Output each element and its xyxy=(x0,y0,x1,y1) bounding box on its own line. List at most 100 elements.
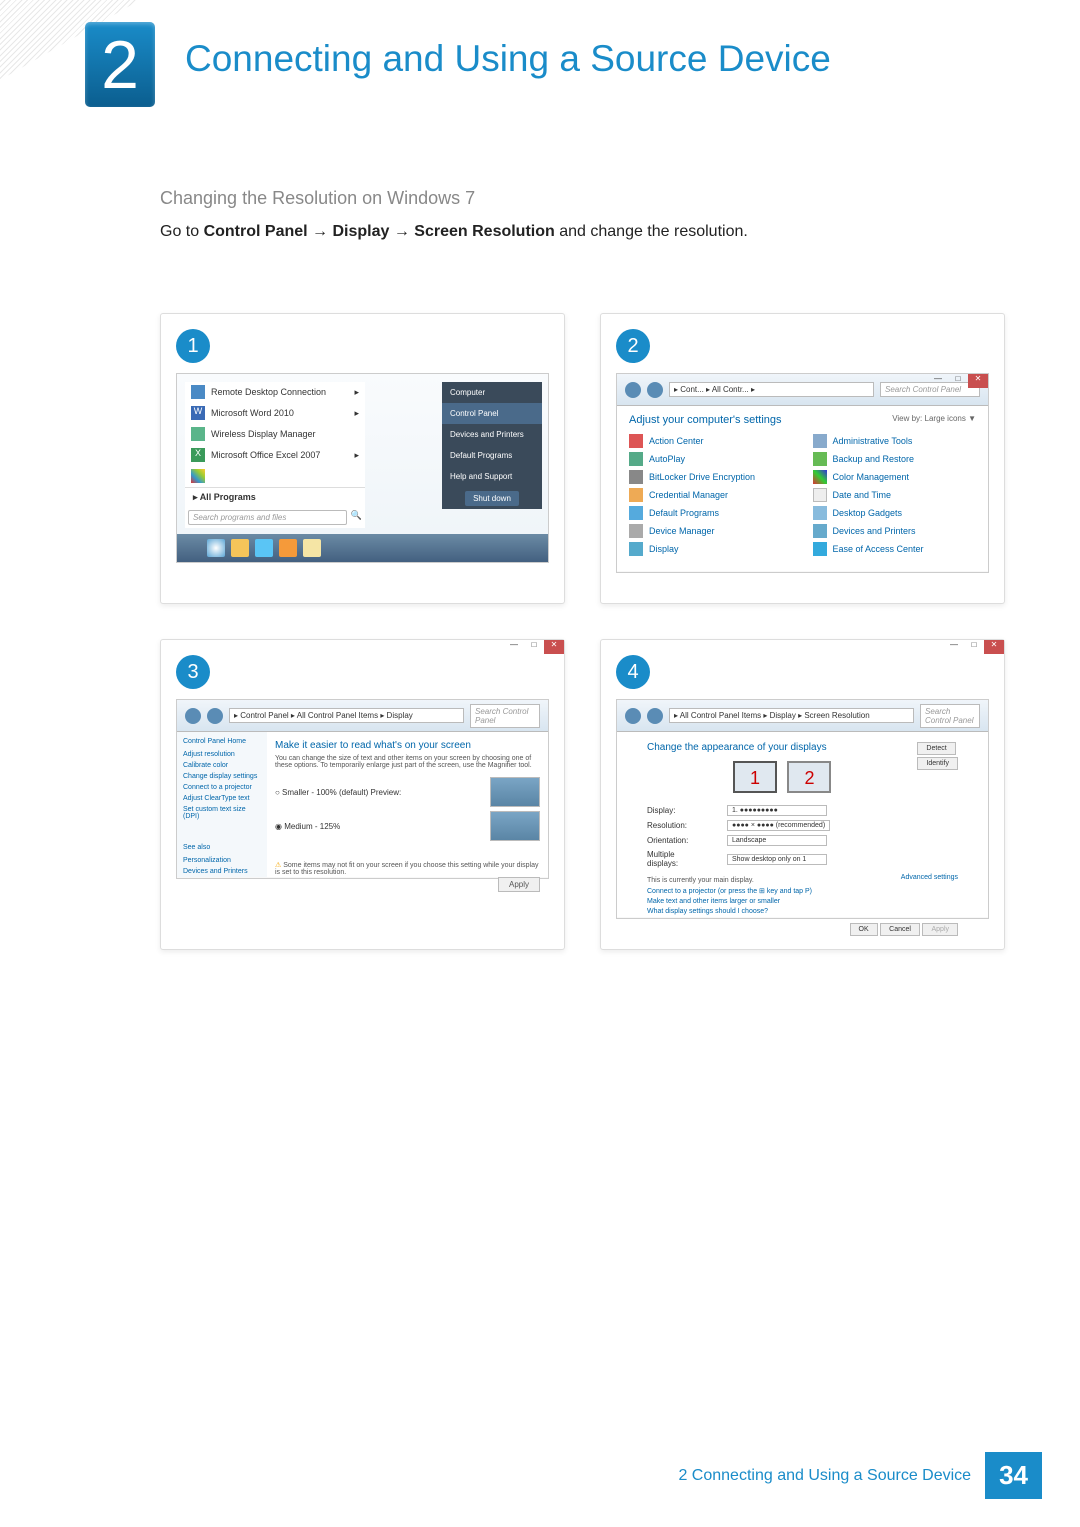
cp-item-label: Administrative Tools xyxy=(833,436,913,446)
view-by-selector[interactable]: View by: Large icons ▼ xyxy=(892,414,976,423)
breadcrumb[interactable]: ▸ Cont... ▸ All Contr... ▸ xyxy=(669,382,874,397)
step3-card: 3 — □ ✕ ▸ Control Panel ▸ All Control Pa… xyxy=(160,639,565,950)
sidebar-link[interactable]: Calibrate color xyxy=(183,762,261,769)
advanced-settings-link[interactable]: Advanced settings xyxy=(901,874,958,881)
cp-item[interactable]: AutoPlay xyxy=(629,452,793,466)
explorer-icon[interactable] xyxy=(303,539,321,557)
close-button[interactable]: ✕ xyxy=(544,640,564,654)
resolution-row: Resolution:●●●● × ●●●● (recommended) xyxy=(647,820,958,831)
maximize-button[interactable]: □ xyxy=(964,640,984,654)
cp-item[interactable]: Devices and Printers xyxy=(813,524,977,538)
sidebar-link[interactable]: Devices and Printers xyxy=(183,868,261,875)
program-item[interactable]: WMicrosoft Word 2010▸ xyxy=(185,403,365,424)
program-item[interactable]: Wireless Display Manager xyxy=(185,424,365,445)
display-body: Control Panel Home Adjust resolution Cal… xyxy=(177,732,548,877)
menu-item-control-panel[interactable]: Control Panel xyxy=(442,403,542,424)
cp-item[interactable]: Default Programs xyxy=(629,506,793,520)
ie-icon[interactable] xyxy=(255,539,273,557)
start-programs-list: Remote Desktop Connection▸ WMicrosoft Wo… xyxy=(185,382,365,528)
cp-item-label: BitLocker Drive Encryption xyxy=(649,472,755,482)
monitor-1-icon[interactable]: 1 xyxy=(733,761,777,793)
back-button[interactable] xyxy=(625,382,641,398)
control-panel-body: View by: Large icons ▼ Adjust your compu… xyxy=(617,406,988,571)
size-option[interactable]: ◉ Medium - 125% xyxy=(275,811,540,841)
cp-item-display[interactable]: Display xyxy=(629,542,793,556)
back-button[interactable] xyxy=(185,708,201,724)
cp-item[interactable]: Date and Time xyxy=(813,488,977,502)
menu-item[interactable]: Help and Support xyxy=(442,466,542,487)
sidebar-link[interactable]: Adjust resolution xyxy=(183,751,261,758)
search-input[interactable]: Search programs and files xyxy=(188,510,347,525)
back-button[interactable] xyxy=(625,708,641,724)
wmp-icon[interactable] xyxy=(279,539,297,557)
program-item[interactable] xyxy=(185,466,365,487)
forward-button[interactable] xyxy=(207,708,223,724)
search-input[interactable]: Search Control Panel xyxy=(470,704,540,728)
display-select[interactable]: 1. ●●●●●●●●● xyxy=(727,805,827,816)
cp-item[interactable]: Credential Manager xyxy=(629,488,793,502)
cp-item[interactable]: Device Manager xyxy=(629,524,793,538)
content-area: Changing the Resolution on Windows 7 Go … xyxy=(160,188,1005,950)
maximize-button[interactable]: □ xyxy=(524,640,544,654)
cp-item[interactable]: Desktop Gadgets xyxy=(813,506,977,520)
forward-button[interactable] xyxy=(647,382,663,398)
search-icon: 🔍 xyxy=(351,510,362,525)
cp-item[interactable]: Ease of Access Center xyxy=(813,542,977,556)
cp-item[interactable]: Backup and Restore xyxy=(813,452,977,466)
connect-projector-link[interactable]: Connect to a projector (or press the ⊞ k… xyxy=(647,887,958,895)
menu-item[interactable]: Default Programs xyxy=(442,445,542,466)
identify-button[interactable]: Identify xyxy=(917,757,958,770)
cp-item-label: Display xyxy=(649,544,679,554)
chapter-badge: 2 xyxy=(85,22,155,107)
taskbar-icon[interactable] xyxy=(231,539,249,557)
program-label: Wireless Display Manager xyxy=(211,429,316,439)
apply-button[interactable]: Apply xyxy=(498,877,540,892)
detect-button[interactable]: Detect xyxy=(917,742,955,755)
instruction-path1: Control Panel xyxy=(204,223,308,240)
option-label: ○ Smaller - 100% (default) Preview: xyxy=(275,788,401,797)
apply-button[interactable]: Apply xyxy=(922,923,958,936)
sidebar-link[interactable]: Adjust ClearType text xyxy=(183,795,261,802)
resolution-body: Detect Identify Change the appearance of… xyxy=(617,732,988,917)
display-main: Make it easier to read what's on your sc… xyxy=(267,732,548,877)
close-button[interactable]: ✕ xyxy=(968,374,988,388)
forward-button[interactable] xyxy=(647,708,663,724)
menu-item[interactable]: Devices and Printers xyxy=(442,424,542,445)
sidebar-link[interactable]: Connect to a projector xyxy=(183,784,261,791)
monitor-2-icon[interactable]: 2 xyxy=(787,761,831,793)
cp-item[interactable]: Administrative Tools xyxy=(813,434,977,448)
search-input[interactable]: Search Control Panel xyxy=(920,704,980,728)
cp-item[interactable]: Action Center xyxy=(629,434,793,448)
start-orb-icon[interactable] xyxy=(207,539,225,557)
sidebar-home[interactable]: Control Panel Home xyxy=(183,738,261,745)
size-option[interactable]: ○ Smaller - 100% (default) Preview: xyxy=(275,777,540,807)
step-number-1: 1 xyxy=(176,329,210,363)
sidebar-link[interactable]: Change display settings xyxy=(183,773,261,780)
what-settings-link[interactable]: What display settings should I choose? xyxy=(647,908,958,915)
minimize-button[interactable]: — xyxy=(928,374,948,388)
program-item[interactable]: XMicrosoft Office Excel 2007▸ xyxy=(185,445,365,466)
instruction-path3: Screen Resolution xyxy=(414,223,554,240)
instruction-text: Go to Control Panel → Display → Screen R… xyxy=(160,221,1005,243)
ok-button[interactable]: OK xyxy=(850,923,878,936)
orientation-select[interactable]: Landscape xyxy=(727,835,827,846)
shutdown-button[interactable]: Shut down xyxy=(465,491,519,506)
maximize-button[interactable]: □ xyxy=(948,374,968,388)
multiple-select[interactable]: Show desktop only on 1 xyxy=(727,854,827,865)
close-button[interactable]: ✕ xyxy=(984,640,1004,654)
minimize-button[interactable]: — xyxy=(504,640,524,654)
program-item[interactable]: Remote Desktop Connection▸ xyxy=(185,382,365,403)
all-programs[interactable]: ▸ All Programs xyxy=(185,487,365,507)
make-larger-link[interactable]: Make text and other items larger or smal… xyxy=(647,898,958,905)
resolution-select[interactable]: ●●●● × ●●●● (recommended) xyxy=(727,820,830,831)
cp-item[interactable]: Color Management xyxy=(813,470,977,484)
sidebar-link[interactable]: Personalization xyxy=(183,857,261,864)
window-controls: — □ ✕ xyxy=(504,640,564,654)
breadcrumb[interactable]: ▸ All Control Panel Items ▸ Display ▸ Sc… xyxy=(669,708,914,723)
sidebar-link[interactable]: Set custom text size (DPI) xyxy=(183,806,261,820)
minimize-button[interactable]: — xyxy=(944,640,964,654)
menu-item[interactable]: Computer xyxy=(442,382,542,403)
breadcrumb[interactable]: ▸ Control Panel ▸ All Control Panel Item… xyxy=(229,708,464,723)
cp-item[interactable]: BitLocker Drive Encryption xyxy=(629,470,793,484)
cancel-button[interactable]: Cancel xyxy=(880,923,920,936)
